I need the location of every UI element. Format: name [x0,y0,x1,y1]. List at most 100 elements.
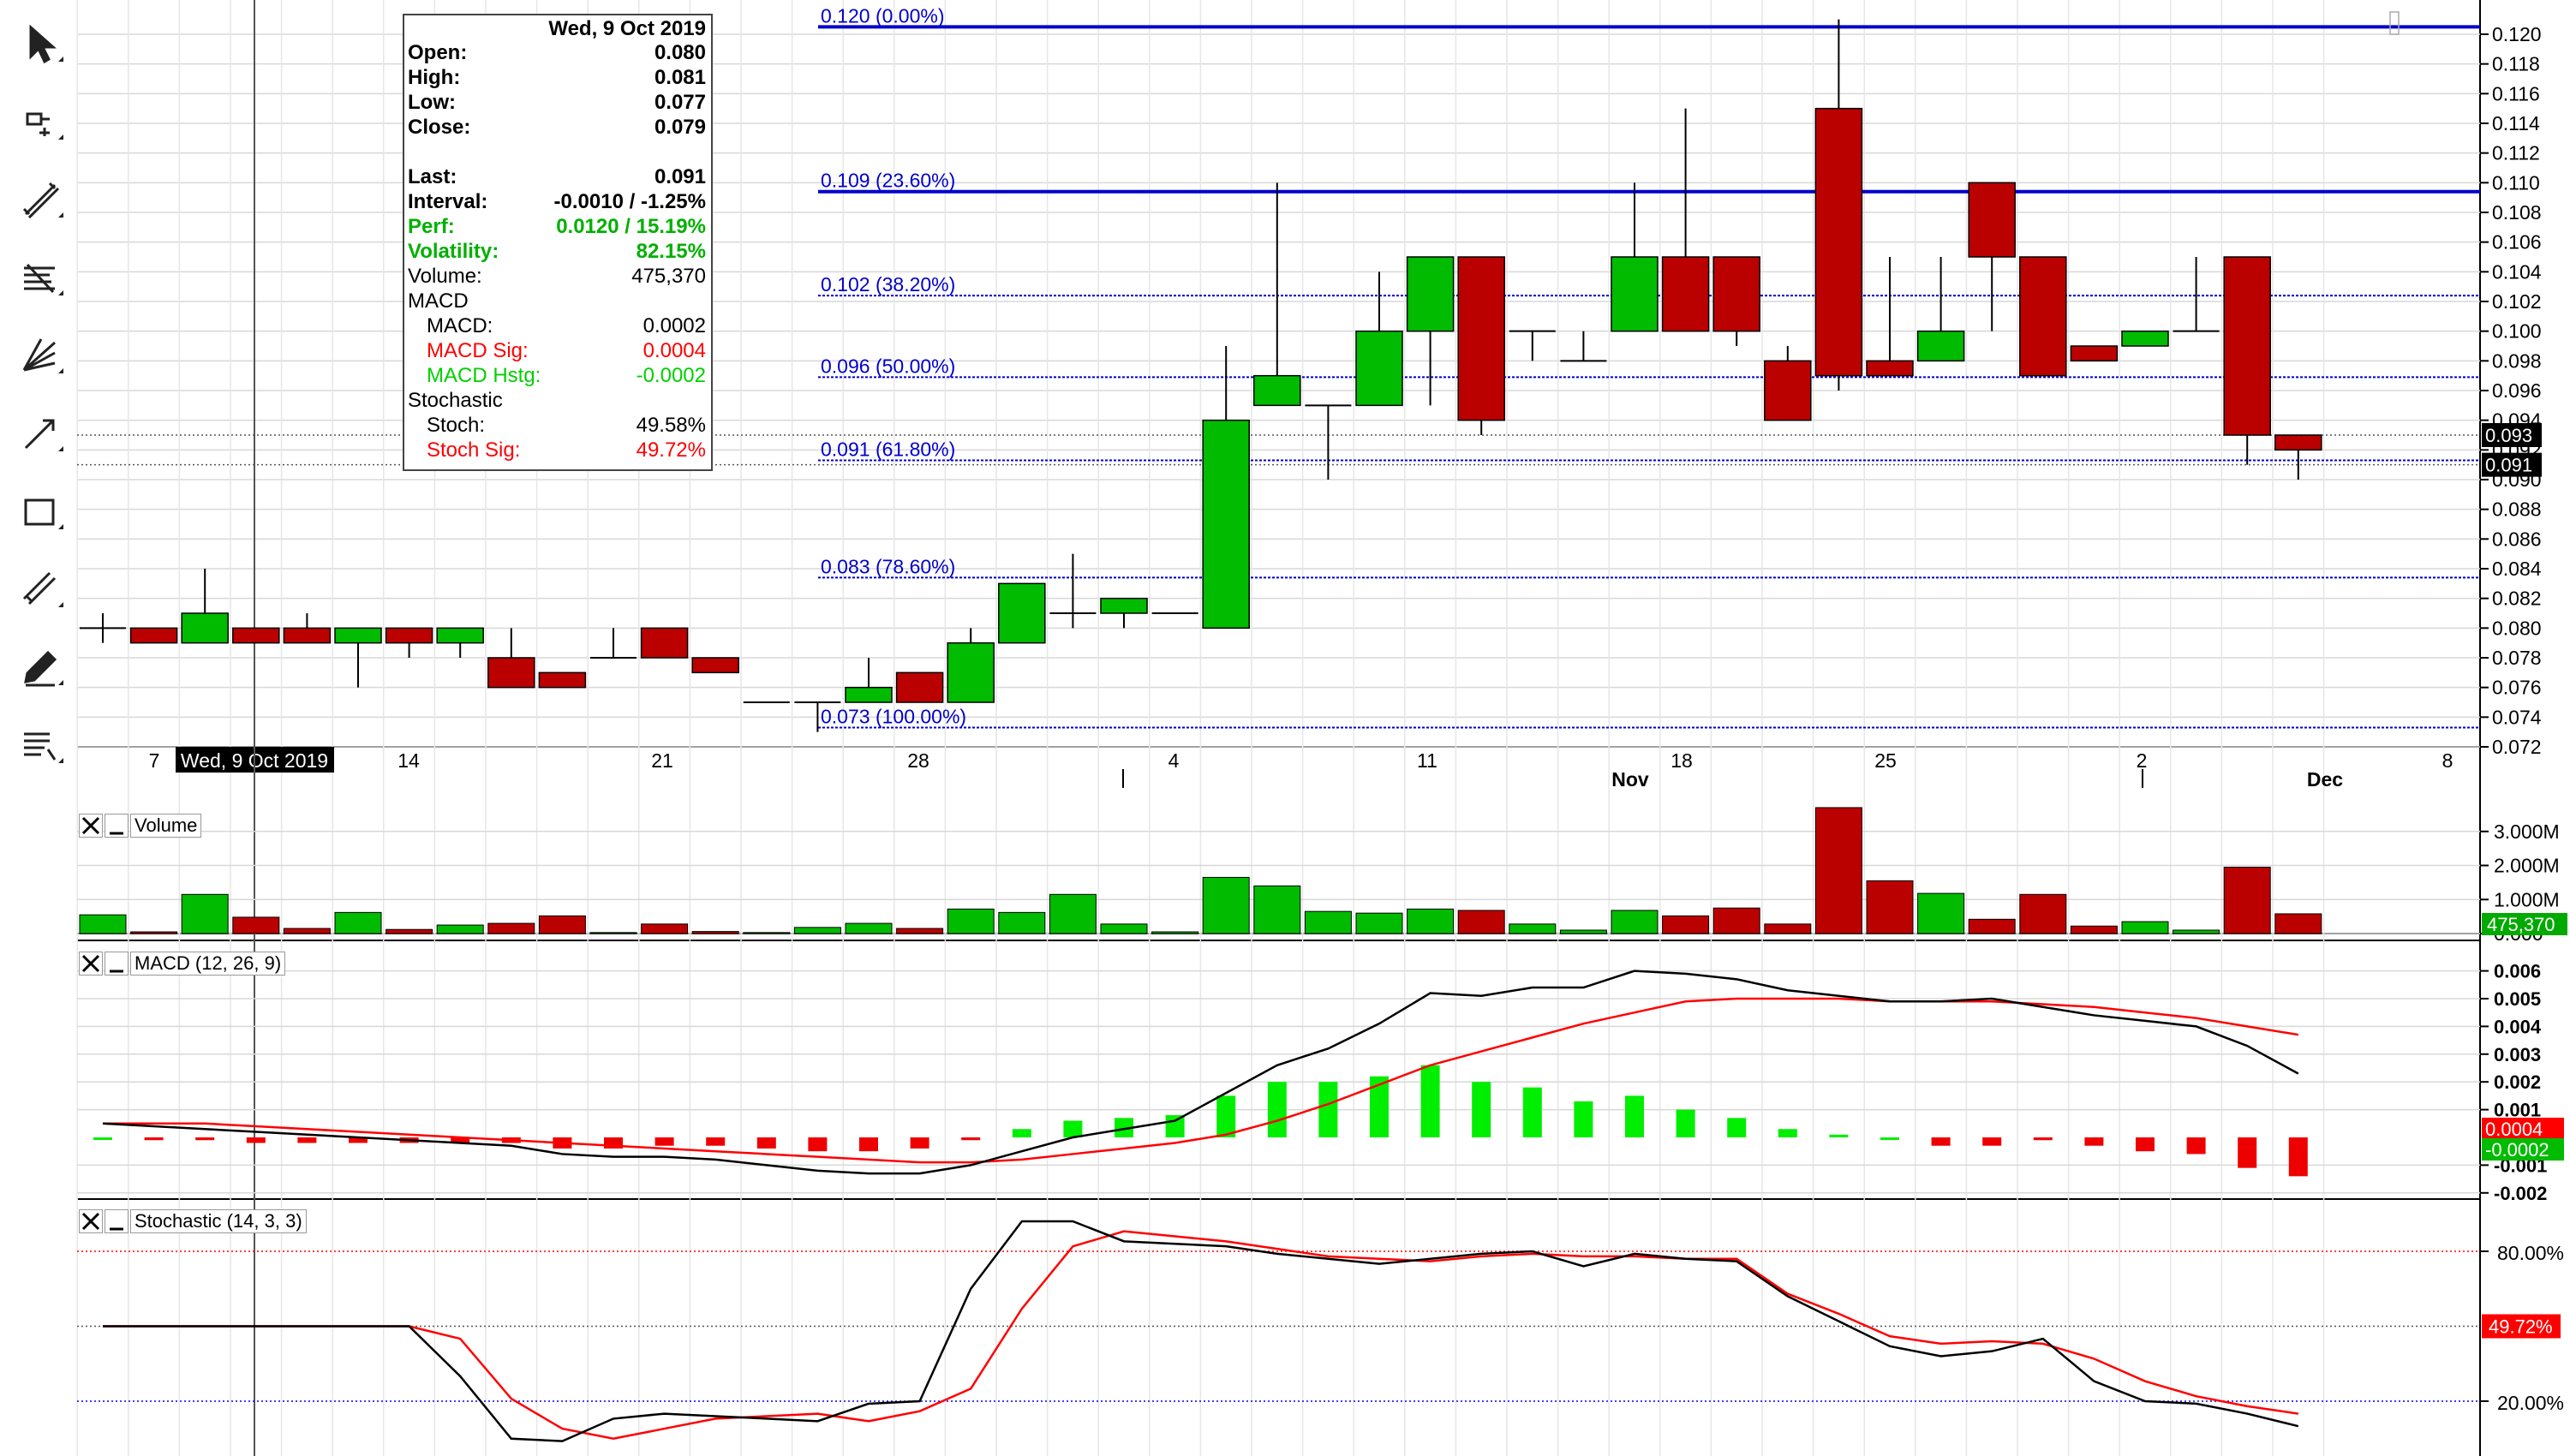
candle-body [947,641,995,703]
volume-bar [436,924,484,934]
macd-minimize-icon[interactable] [105,952,128,976]
candle-body [1253,374,1301,407]
candle-body [538,671,587,689]
info-label: MACD Sig: [427,339,529,362]
info-row: Stoch Sig: 49.72% [408,439,706,462]
info-value: 0.077 [654,91,706,114]
x-axis-label: 14 [397,749,420,772]
volume-tick-label: 2.000M [2494,855,2560,877]
macd-title: MACD (12, 26, 9) [130,952,286,976]
macd-histogram-bar [1165,1115,1185,1137]
fibonacci-icon[interactable] [15,253,67,304]
gann-fan-icon[interactable] [15,331,67,382]
info-row: Open: 0.080 [408,41,706,65]
trendline-icon[interactable] [15,175,67,226]
candle [2070,345,2119,362]
stochastic-close-icon[interactable] [79,1209,103,1233]
candle [1202,346,1250,630]
pencil-icon[interactable] [15,642,67,694]
macd-histogram-bar [1676,1109,1695,1137]
macd-histogram-bar [1522,1087,1542,1137]
candle-body [998,582,1046,644]
macd-histogram-bar [1267,1082,1287,1137]
candle-body [1916,330,1965,362]
info-value: 0.0004 [642,339,706,362]
candle-body [2070,345,2119,362]
macd-histogram-bar [1420,1065,1440,1137]
candle [1611,182,1659,332]
candle-body [2121,330,2169,347]
list-icon[interactable] [15,720,67,772]
y-tick-label: 0.108 [2492,201,2542,224]
rectangle-icon[interactable] [15,486,67,538]
candle [1916,257,1965,362]
info-row: Low: 0.077 [408,91,706,115]
candle-body [691,657,739,674]
volume-bar [538,915,586,934]
macd-histogram-bar [1982,1137,2002,1146]
candle [2274,434,2322,480]
y-tick-label: 0.078 [2492,647,2542,669]
fib-level-label: 0.091 (61.80%) [821,438,955,460]
candle-body [1661,256,1710,332]
candle [1355,272,1403,407]
candle [845,658,893,703]
y-tick-label: 0.112 [2492,142,2540,164]
volume-bar [1764,923,1812,934]
candle-body [1457,256,1505,421]
fib-level-label: 0.102 (38.20%) [821,273,955,295]
macd-histogram-bar [297,1137,317,1143]
candle [1560,331,1607,362]
macd-histogram-bar [1625,1095,1644,1137]
candle [1866,257,1914,377]
volume-bar [691,931,739,934]
info-label: Stoch: [427,414,486,437]
candle [895,671,944,703]
candle [232,627,280,644]
volume-title: Volume [130,814,202,838]
candle-body [181,612,229,644]
pointer-icon[interactable] [15,19,67,70]
y-tick-label: 0.116 [2492,82,2540,104]
fib-level-label: 0.109 (23.60%) [821,170,955,192]
macd-close-icon[interactable] [79,952,103,976]
arrow-icon[interactable] [15,409,67,460]
candle [1661,108,1710,332]
channel-icon[interactable] [15,564,67,616]
candle [538,671,587,689]
macd-histogram-bar [1472,1082,1491,1137]
fib-level-label: 0.073 (100.00%) [821,705,966,727]
volume-bar [1457,910,1505,934]
candle [283,613,332,644]
volume-last-label: 475,370 [2487,914,2555,935]
volume-bar [181,893,229,934]
scroll-marker-icon [2389,11,2400,35]
info-row: MACD Hstg: -0.0002 [408,364,706,388]
info-label: Interval: [408,190,488,213]
info-label: Stoch Sig: [427,439,521,462]
candle-body [1406,256,1455,332]
macd-histogram-bar [2288,1137,2308,1177]
chart-canvas[interactable]: 0.120 0.118 0.116 0.114 0.112 0.110 0.108 0.106… [0,0,2570,1456]
candle [436,627,484,658]
info-value: 0.091 [654,165,706,188]
candle [1049,553,1097,629]
info-label: Stochastic [408,389,503,412]
info-row: Volatility: 82.15% [408,240,706,264]
macd-histogram-bar [654,1137,674,1146]
candle-body [2019,256,2067,377]
volume-close-icon[interactable] [79,814,103,838]
info-value: 49.58% [636,414,706,437]
volume-bar [589,932,637,934]
candle [2223,256,2271,465]
stochastic-minimize-icon[interactable] [105,1209,128,1233]
info-row: Stochastic [408,389,706,413]
candle [487,628,535,689]
crosshair-icon[interactable] [15,97,67,148]
macd-histogram-bar [1318,1082,1338,1137]
info-row: Last: 0.091 [408,165,706,189]
macd-tick-label: -0.002 [2494,1183,2547,1204]
volume-bar [334,911,382,934]
info-row: MACD: 0.0002 [408,314,706,338]
volume-minimize-icon[interactable] [105,814,128,838]
